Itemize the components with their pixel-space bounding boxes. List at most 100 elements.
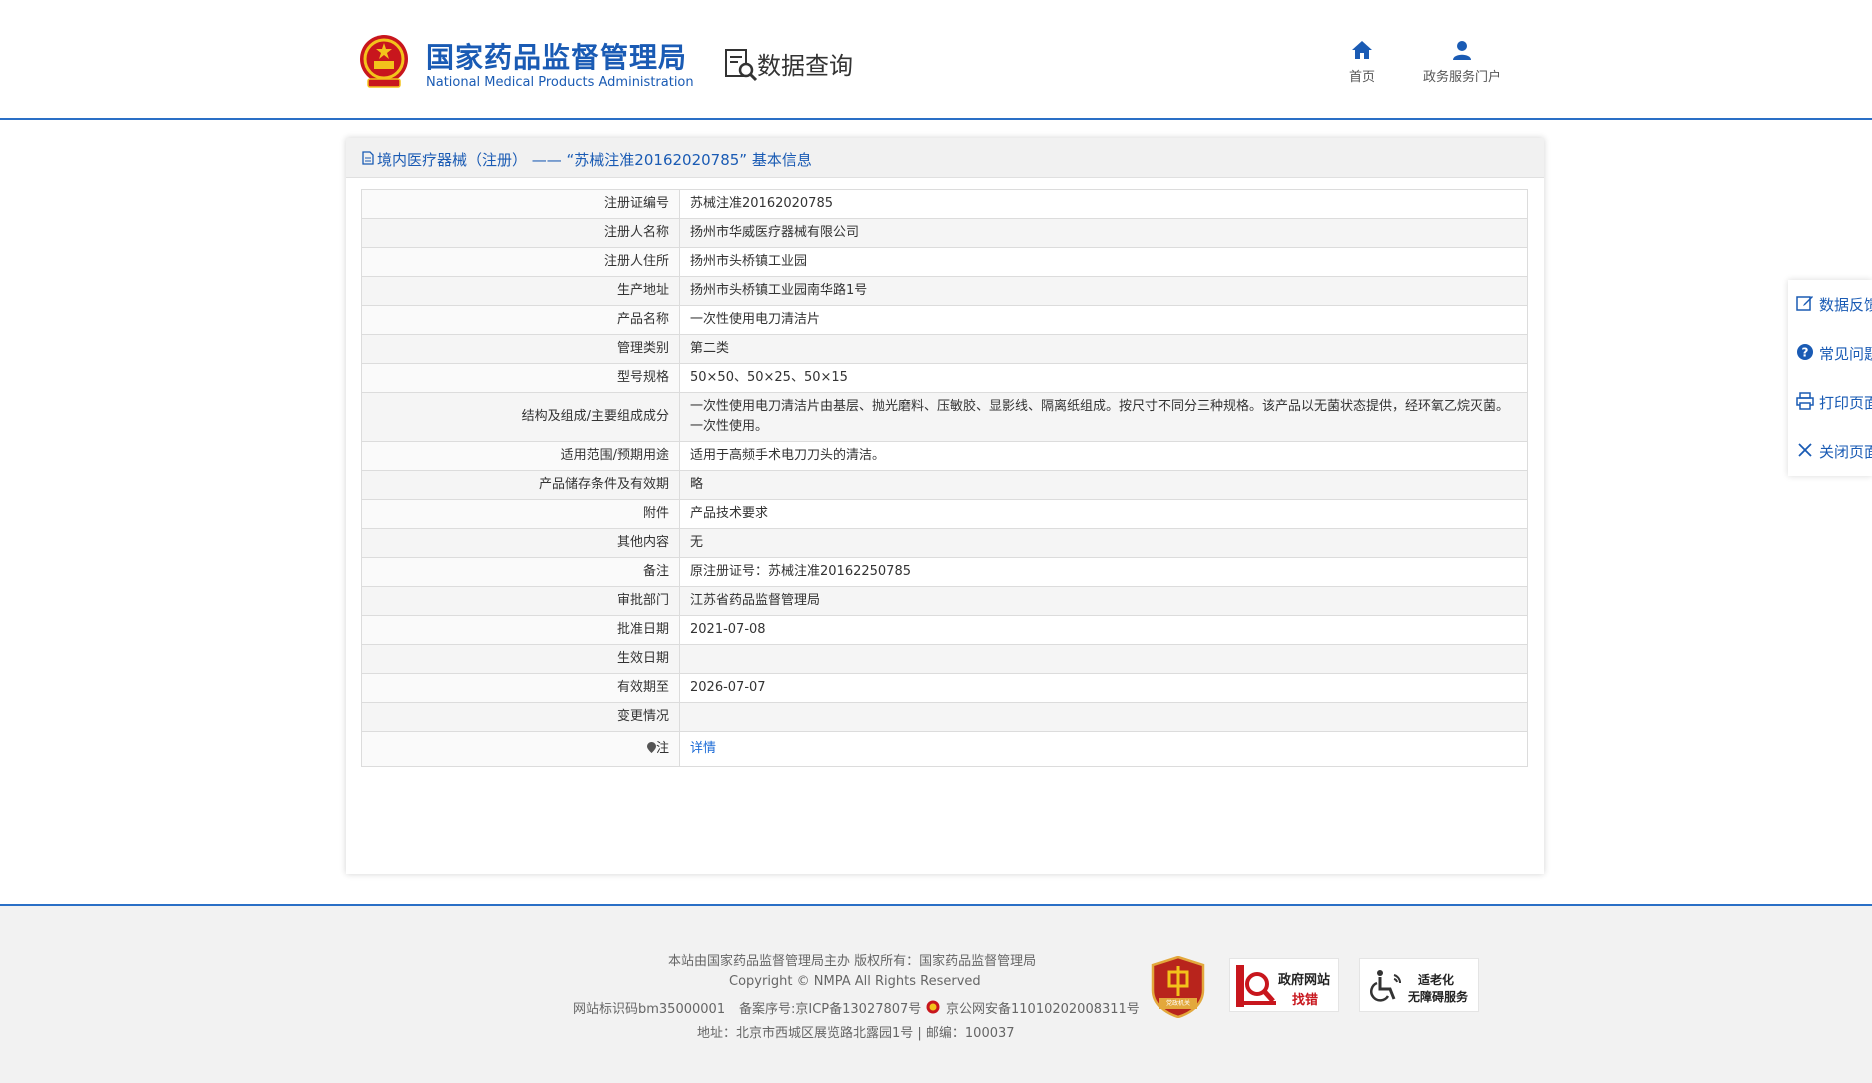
location-pin-icon [646,742,656,753]
row-key: 有效期至 [361,673,680,703]
row-key: 型号规格 [361,363,680,393]
site-footer: 本站由国家药品监督管理局主办 版权所有：国家药品监督管理局 Copyright … [0,904,1872,1083]
row-value: 50×50、50×25、50×15 [679,363,1528,393]
close-page-label: 关闭页面 [1819,443,1872,461]
party-gov-badge-label: 党政机关 [1165,1000,1190,1007]
close-page-button[interactable]: 关闭页面 [1788,427,1872,475]
icp-link[interactable]: 备案序号:京ICP备13027807号 [739,998,921,1017]
info-table: 注册证编号 苏械注准20162020785 注册人名称 扬州市华威医疗器械有限公司 … [361,189,1528,767]
feedback-button[interactable]: 数据反馈 [1788,280,1872,328]
data-query-icon [725,49,758,82]
home-icon [1352,41,1372,59]
row-key: 注 [361,731,680,767]
row-value: 扬州市华威医疗器械有限公司 [679,218,1528,248]
row-key: 注册人名称 [361,218,680,248]
table-row: 变更情况 [361,702,1528,732]
print-button[interactable]: 打印页面 [1788,378,1872,426]
row-value: 第二类 [679,334,1528,364]
document-icon [362,151,374,165]
section-title: 数据查询 [757,52,853,80]
user-icon [1453,41,1471,60]
police-record-link[interactable]: 京公网安备11010202008311号 [946,998,1140,1017]
feedback-label: 数据反馈 [1819,296,1872,314]
row-value: 详情 [679,731,1528,767]
row-value: 扬州市头桥镇工业园 [679,247,1528,277]
row-key: 适用范围/预期用途 [361,441,680,471]
footer-sponsor: 本站由国家药品监督管理局主办 版权所有：国家药品监督管理局 [668,954,1037,969]
row-key: 其他内容 [361,528,680,558]
org-name-en: National Medical Products Administration [426,75,694,90]
accessibility-service-badge[interactable]: 适老化 无障碍服务 [1359,958,1479,1012]
row-value: 原注册证号：苏械注准20162250785 [679,557,1528,587]
table-row: 审批部门 江苏省药品监督管理局 [361,586,1528,616]
row-key: 结构及组成/主要组成成分 [361,392,680,442]
nav-home[interactable]: 首页 [1312,40,1412,85]
table-row: 产品名称 一次性使用电刀清洁片 [361,305,1528,335]
table-row: 注册人住所 扬州市头桥镇工业园 [361,247,1528,277]
side-toolbar: 数据反馈 ? 常见问题 打印页面 关闭页面 [1788,280,1872,476]
row-key: 批准日期 [361,615,680,645]
nav-portal-label: 政务服务门户 [1422,70,1501,85]
table-row: 注册人名称 扬州市华威医疗器械有限公司 [361,218,1528,248]
row-value: 2026-07-07 [679,673,1528,703]
panel-title: 境内医疗器械（注册） —— “苏械注准20162020785” 基本信息 [377,151,812,169]
detail-panel: 境内医疗器械（注册） —— “苏械注准20162020785” 基本信息 注册证… [346,138,1544,874]
details-link[interactable]: 详情 [690,741,716,756]
faq-label: 常见问题 [1819,345,1872,363]
row-value: 2021-07-08 [679,615,1528,645]
gov-website-label: 政府网站 [1278,973,1331,988]
table-row: 批准日期 2021-07-08 [361,615,1528,645]
row-value: 适用于高频手术电刀刀头的清洁。 [679,441,1528,471]
row-value: 略 [679,470,1528,500]
footer-copyright: Copyright © NMPA All Rights Reserved [729,974,981,989]
table-row: 结构及组成/主要组成成分 一次性使用电刀清洁片由基层、抛光磨料、压敏胶、显影线、隔… [361,392,1528,442]
panel-title-bar: 境内医疗器械（注册） —— “苏械注准20162020785” 基本信息 [346,138,1544,178]
police-emblem-icon [926,1000,940,1014]
row-value: 扬州市头桥镇工业园南华路1号 [679,276,1528,306]
row-value [679,644,1528,674]
find-error-label: 找错 [1292,993,1319,1008]
close-icon [1798,443,1812,457]
barrier-free-label: 无障碍服务 [1408,990,1469,1004]
table-row: 生产地址 扬州市头桥镇工业园南华路1号 [361,276,1528,306]
row-value: 江苏省药品监督管理局 [679,586,1528,616]
table-row: 适用范围/预期用途 适用于高频手术电刀刀头的清洁。 [361,441,1528,471]
party-gov-emblem-icon [1151,955,1205,1019]
gov-error-report-badge[interactable]: 政府网站 找错 [1229,958,1339,1012]
row-key: 产品储存条件及有效期 [361,470,680,500]
row-key: 变更情况 [361,702,680,732]
aged-friendly-label: 适老化 [1418,973,1455,987]
svg-text:?: ? [1802,346,1809,360]
table-row: 管理类别 第二类 [361,334,1528,364]
printer-icon [1796,392,1814,410]
row-key: 管理类别 [361,334,680,364]
table-row: 有效期至 2026-07-07 [361,673,1528,703]
table-row: 注册证编号 苏械注准20162020785 [361,189,1528,219]
table-row: 型号规格 50×50、50×25、50×15 [361,363,1528,393]
row-value: 无 [679,528,1528,558]
faq-button[interactable]: ? 常见问题 [1788,329,1872,377]
note-key-label: 注 [655,741,669,756]
question-icon: ? [1797,344,1813,360]
print-label: 打印页面 [1819,394,1872,412]
table-row: 注 详情 [361,731,1528,767]
row-key: 注册证编号 [361,189,680,219]
row-value: 一次性使用电刀清洁片 [679,305,1528,335]
row-value: 产品技术要求 [679,499,1528,529]
search-error-icon [1236,965,1276,1007]
row-key: 生产地址 [361,276,680,306]
national-emblem-icon [360,35,408,88]
footer-site-id: 网站标识码bm35000001 [573,1002,726,1017]
row-key: 审批部门 [361,586,680,616]
table-row: 生效日期 [361,644,1528,674]
table-row: 产品储存条件及有效期略 [361,470,1528,500]
nav-service-portal[interactable]: 政务服务门户 [1412,40,1512,85]
party-gov-badge[interactable]: 党政机关 [1151,955,1205,1019]
table-row: 其他内容无 [361,528,1528,558]
row-value: 一次性使用电刀清洁片由基层、抛光磨料、压敏胶、显影线、隔离纸组成。按尺寸不同分三… [679,392,1528,442]
nav-home-label: 首页 [1348,70,1375,85]
table-row: 附件 产品技术要求 [361,499,1528,529]
table-row: 备注 原注册证号：苏械注准20162250785 [361,557,1528,587]
site-header: 国家药品监督管理局 National Medical Products Admi… [0,0,1872,120]
row-value: 苏械注准20162020785 [679,189,1528,219]
